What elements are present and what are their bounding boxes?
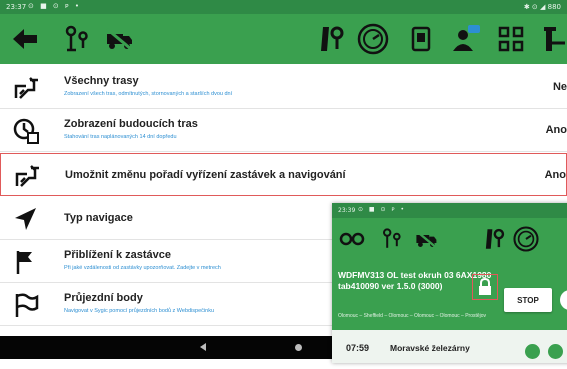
- overlay-no-truck-icon[interactable]: [412, 226, 440, 252]
- overlay-toolbar: [332, 218, 567, 260]
- setting-subtitle: Navigovat v Sygic pomocí průjezdních bod…: [64, 308, 215, 314]
- overlay-map-icon[interactable]: [338, 226, 366, 252]
- tablet-icon[interactable]: [402, 21, 440, 57]
- setting-future-routes[interactable]: Zobrazení budoucích tras Stahování tras …: [0, 109, 567, 152]
- setting-title: Průjezdní body: [64, 292, 143, 304]
- status-icons: ⊙ ■ ⊙ ᴘ •: [28, 2, 82, 10]
- overlay-route-text: Olomouc – Sheffield – Olomouc – Olomouc …: [338, 313, 487, 319]
- truck-icon[interactable]: [538, 21, 567, 57]
- setting-title: Typ navigace: [64, 212, 133, 224]
- stop-action-icon-2[interactable]: [548, 344, 563, 359]
- flag-icon: [12, 248, 40, 276]
- setting-title: Zobrazení budoucích tras: [64, 118, 198, 130]
- top-toolbar: [0, 14, 567, 64]
- route-settings-icon[interactable]: [312, 21, 350, 57]
- nav-back-icon[interactable]: [200, 343, 206, 351]
- future-routes-icon: [12, 117, 40, 145]
- setting-value: Ano: [545, 124, 567, 136]
- grid-nodes-icon[interactable]: [492, 21, 530, 57]
- overlay-screenshot: 23:39 ⊙ ■ ⊙ ᴘ • WDFMV313 OL test okruh 0…: [332, 203, 567, 363]
- user-signal-icon[interactable]: [448, 21, 486, 57]
- status-bar: 23:37 ⊙ ■ ⊙ ᴘ • ✱ ⊙ ◢ 880: [0, 0, 567, 14]
- overlay-status-time: 23:39: [338, 207, 356, 214]
- overlay-next-stop[interactable]: 07:59 Moravské železárny: [332, 330, 567, 363]
- navigation-arrow-icon: [12, 205, 40, 233]
- overlay-route-settings-icon[interactable]: [480, 226, 508, 252]
- setting-title: Umožnit změnu pořadí vyřízení zastávek a…: [65, 169, 346, 181]
- speedometer-icon[interactable]: [354, 21, 392, 57]
- overlay-speedometer-icon[interactable]: [512, 226, 540, 252]
- setting-subtitle: Zobrazení všech tras, odmítnutých, storn…: [64, 91, 233, 97]
- next-stop-name: Moravské železárny: [390, 343, 470, 353]
- overlay-trip-panel: WDFMV313 OL test okruh 03 6AX1980 tab410…: [332, 260, 567, 330]
- stop-action-icon[interactable]: [525, 344, 540, 359]
- overlay-round-button[interactable]: [560, 290, 567, 310]
- nav-home-icon[interactable]: [295, 344, 302, 351]
- setting-title: Všechny trasy: [64, 75, 139, 87]
- all-routes-icon: [12, 74, 40, 102]
- reorder-stops-icon: [13, 162, 41, 190]
- next-stop-time: 07:59: [346, 343, 370, 353]
- setting-value: Ano: [544, 169, 566, 181]
- overlay-route-pins-icon[interactable]: [378, 226, 406, 252]
- back-arrow-icon[interactable]: [6, 21, 44, 57]
- lock-icon[interactable]: [472, 274, 498, 300]
- route-pins-icon[interactable]: [58, 21, 96, 57]
- setting-subtitle: Stahování tras naplánovaných 14 dní dopř…: [64, 134, 177, 140]
- overlay-status-icons: ⊙ ■ ⊙ ᴘ •: [358, 206, 407, 213]
- setting-all-routes[interactable]: Všechny trasy Zobrazení všech tras, odmí…: [0, 66, 567, 109]
- setting-reorder-stops[interactable]: Umožnit změnu pořadí vyřízení zastávek a…: [0, 153, 567, 196]
- setting-title: Přiblížení k zastávce: [64, 249, 171, 261]
- setting-value: Ne: [552, 81, 567, 93]
- stop-button[interactable]: STOP: [504, 288, 552, 312]
- no-truck-icon[interactable]: [100, 21, 138, 57]
- overlay-status-bar: 23:39 ⊙ ■ ⊙ ᴘ •: [332, 203, 567, 218]
- waypoint-flag-icon: [12, 291, 40, 319]
- setting-subtitle: Při jaké vzdálenosti od zastávky upozorň…: [64, 265, 221, 271]
- status-time: 23:37: [6, 3, 27, 11]
- status-right-icons: ✱ ⊙ ◢ 880: [523, 3, 561, 11]
